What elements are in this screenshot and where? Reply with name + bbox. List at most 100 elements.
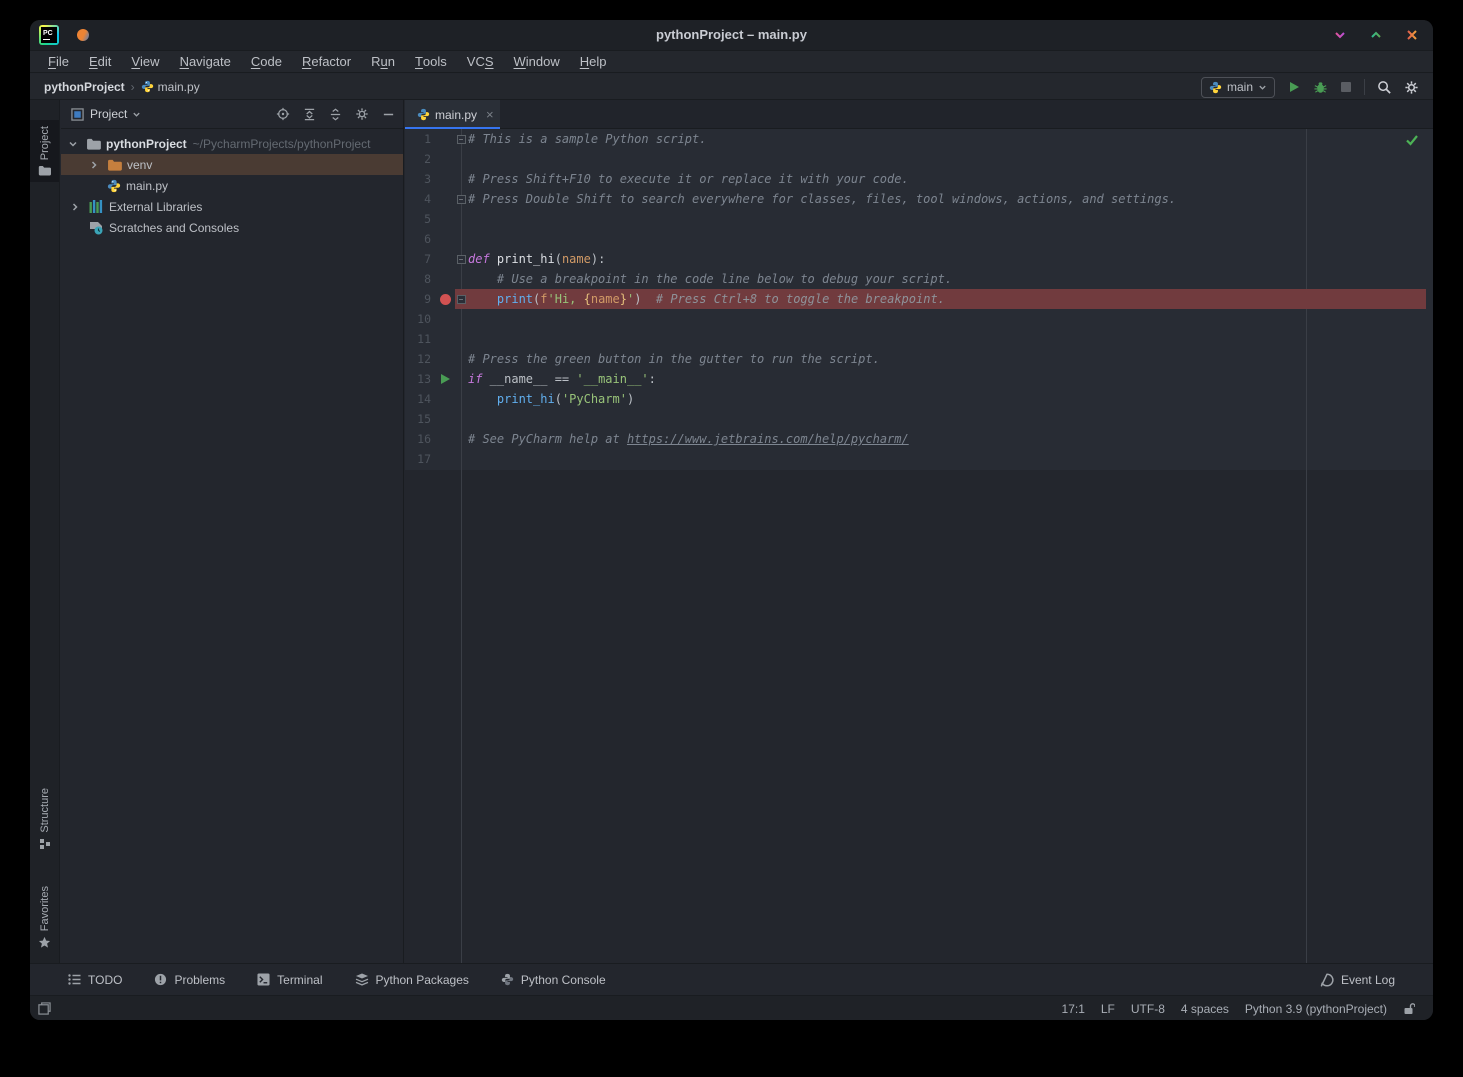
tree-row-main-py[interactable]: main.py: [61, 175, 403, 196]
toolwindow-terminal[interactable]: Terminal: [257, 973, 322, 987]
tab-main-py[interactable]: main.py ×: [405, 100, 500, 129]
breadcrumb-file[interactable]: main.py: [141, 80, 200, 94]
stripe-button-favorites[interactable]: Favorites: [30, 880, 59, 955]
chevron-down-icon[interactable]: [68, 139, 78, 149]
stripe-button-structure[interactable]: Structure: [30, 782, 59, 856]
line-number[interactable]: 9: [405, 289, 431, 309]
toolwindow-python-packages[interactable]: Python Packages: [355, 973, 469, 987]
title-bar: PC pythonProject – main.py: [30, 20, 1433, 50]
panel-settings-gear-icon[interactable]: [355, 107, 369, 121]
line-number[interactable]: 2: [405, 149, 431, 169]
run-line-icon[interactable]: [441, 374, 450, 384]
tool-windows-toggle-icon[interactable]: [38, 1002, 51, 1015]
line-number[interactable]: 5: [405, 209, 431, 229]
tree-row-venv[interactable]: venv: [61, 154, 403, 175]
lock-icon[interactable]: [1403, 1002, 1415, 1015]
line-number[interactable]: 10: [405, 309, 431, 329]
menu-edit[interactable]: Edit: [79, 51, 121, 72]
code-line-15[interactable]: 15: [405, 409, 1433, 429]
tree-row-external-libraries[interactable]: External Libraries: [61, 196, 403, 217]
search-everywhere-icon[interactable]: [1377, 80, 1392, 95]
code-line-14[interactable]: 14 print_hi('PyCharm'): [405, 389, 1433, 409]
code-line-5[interactable]: 5: [405, 209, 1433, 229]
window-title: pythonProject – main.py: [30, 20, 1433, 50]
code-line-13[interactable]: 13 if __name__ == '__main__':: [405, 369, 1433, 389]
code-line-7[interactable]: 7−def print_hi(name):: [405, 249, 1433, 269]
line-number[interactable]: 13: [405, 369, 431, 389]
line-number[interactable]: 1: [405, 129, 431, 149]
code-line-9[interactable]: 9− print(f'Hi, {name}') # Press Ctrl+8 t…: [405, 289, 1433, 309]
inspections-ok-icon[interactable]: [1405, 133, 1419, 147]
line-number[interactable]: 16: [405, 429, 431, 449]
code-line-12[interactable]: 12# Press the green button in the gutter…: [405, 349, 1433, 369]
run-button[interactable]: [1287, 80, 1301, 94]
debug-button[interactable]: [1313, 80, 1328, 95]
menu-help[interactable]: Help: [570, 51, 617, 72]
fold-marker-icon[interactable]: −: [457, 195, 466, 204]
toolwindow-event-log[interactable]: Event Log: [1320, 973, 1395, 987]
menu-window[interactable]: Window: [504, 51, 570, 72]
menu-tools[interactable]: Tools: [405, 51, 457, 72]
code-line-4[interactable]: 4−# Press Double Shift to search everywh…: [405, 189, 1433, 209]
menu-view[interactable]: View: [121, 51, 169, 72]
toolwindow-python-console[interactable]: Python Console: [501, 973, 606, 987]
code-line-6[interactable]: 6: [405, 229, 1433, 249]
hide-panel-icon[interactable]: [382, 108, 395, 121]
project-panel-title[interactable]: Project: [90, 107, 127, 121]
menu-refactor[interactable]: Refactor: [292, 51, 361, 72]
fold-marker-icon[interactable]: −: [457, 295, 466, 304]
line-number[interactable]: 17: [405, 449, 431, 469]
menu-vcs[interactable]: VCS: [457, 51, 504, 72]
line-number[interactable]: 3: [405, 169, 431, 189]
tree-row-scratches[interactable]: Scratches and Consoles: [61, 217, 403, 238]
close-button[interactable]: [1405, 28, 1419, 42]
tab-close-icon[interactable]: ×: [486, 107, 494, 122]
menu-run[interactable]: Run: [361, 51, 405, 72]
line-number[interactable]: 8: [405, 269, 431, 289]
code-line-1[interactable]: 1−# This is a sample Python script.: [405, 129, 1433, 149]
python-interpreter[interactable]: Python 3.9 (pythonProject): [1245, 1002, 1387, 1016]
code-line-11[interactable]: 11: [405, 329, 1433, 349]
chevron-right-icon[interactable]: [89, 160, 99, 170]
collapse-all-icon[interactable]: [329, 108, 342, 121]
menu-navigate[interactable]: Navigate: [170, 51, 241, 72]
code-region[interactable]: 1−# This is a sample Python script.23# P…: [405, 129, 1433, 963]
tree-row-project-root[interactable]: pythonProject ~/PycharmProjects/pythonPr…: [61, 133, 403, 154]
fold-marker-icon[interactable]: −: [457, 255, 466, 264]
line-number[interactable]: 7: [405, 249, 431, 269]
code-line-8[interactable]: 8 # Use a breakpoint in the code line be…: [405, 269, 1433, 289]
code-line-3[interactable]: 3# Press Shift+F10 to execute it or repl…: [405, 169, 1433, 189]
line-number[interactable]: 4: [405, 189, 431, 209]
minimize-button[interactable]: [1333, 28, 1347, 42]
menu-code[interactable]: Code: [241, 51, 292, 72]
stripe-button-project[interactable]: Project: [30, 120, 59, 182]
settings-gear-icon[interactable]: [1404, 80, 1419, 95]
code-line-2[interactable]: 2: [405, 149, 1433, 169]
stop-button[interactable]: [1340, 81, 1352, 93]
line-number[interactable]: 12: [405, 349, 431, 369]
toolwindow-problems[interactable]: Problems: [154, 973, 225, 987]
indent-style[interactable]: 4 spaces: [1181, 1002, 1229, 1016]
locate-file-icon[interactable]: [276, 107, 290, 121]
line-number[interactable]: 14: [405, 389, 431, 409]
file-encoding[interactable]: UTF-8: [1131, 1002, 1165, 1016]
code-line-17[interactable]: 17: [405, 449, 1433, 469]
breadcrumb-project[interactable]: pythonProject: [44, 80, 125, 94]
line-number[interactable]: 11: [405, 329, 431, 349]
code-line-10[interactable]: 10: [405, 309, 1433, 329]
fold-marker-icon[interactable]: −: [457, 135, 466, 144]
run-configuration-select[interactable]: main: [1201, 77, 1275, 98]
line-separator[interactable]: LF: [1101, 1002, 1115, 1016]
breakpoint-icon[interactable]: [440, 294, 451, 305]
code-line-16[interactable]: 16# See PyCharm help at https://www.jetb…: [405, 429, 1433, 449]
menu-file[interactable]: File: [38, 51, 79, 72]
caret-position[interactable]: 17:1: [1062, 1002, 1085, 1016]
chevron-down-icon[interactable]: [132, 110, 141, 119]
expand-all-icon[interactable]: [303, 108, 316, 121]
code-text: if __name__ == '__main__':: [468, 369, 656, 389]
maximize-button[interactable]: [1369, 28, 1383, 42]
line-number[interactable]: 6: [405, 229, 431, 249]
chevron-right-icon[interactable]: [70, 202, 80, 212]
line-number[interactable]: 15: [405, 409, 431, 429]
toolwindow-todo[interactable]: TODO: [68, 973, 122, 987]
